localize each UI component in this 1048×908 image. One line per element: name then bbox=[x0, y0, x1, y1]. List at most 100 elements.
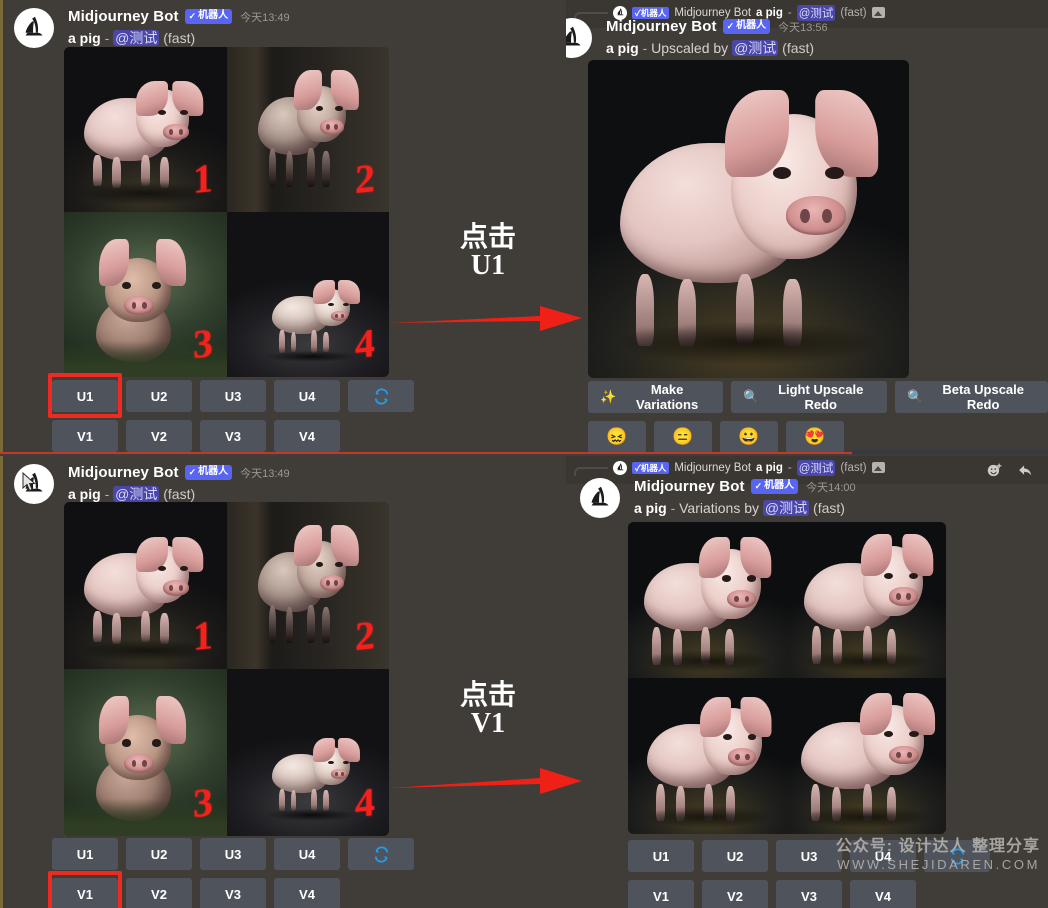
variation-button-row: V1 V2 V3 V4 bbox=[52, 420, 414, 452]
bot-name: Midjourney Bot bbox=[68, 8, 179, 25]
button-u4[interactable]: U4 bbox=[850, 840, 916, 872]
button-reroll[interactable] bbox=[348, 838, 414, 870]
image-grid[interactable]: 1 2 3 4 bbox=[64, 47, 389, 377]
button-v1[interactable]: V1 bbox=[52, 878, 118, 908]
refresh-icon bbox=[373, 846, 390, 863]
button-u1[interactable]: U1 bbox=[52, 838, 118, 870]
grid-cell-1[interactable]: 1 bbox=[64, 502, 227, 669]
reply-dash: - bbox=[787, 461, 792, 474]
bot-name: Midjourney Bot bbox=[606, 18, 717, 35]
grid-cell-4[interactable]: 4 bbox=[226, 669, 389, 836]
user-mention[interactable]: @测试 bbox=[113, 486, 160, 502]
button-v3[interactable]: V3 bbox=[776, 880, 842, 908]
upscale-button-row: U1 U2 U3 U4 bbox=[628, 840, 990, 872]
prompt-text: a pig bbox=[634, 500, 667, 516]
add-reaction-icon[interactable] bbox=[986, 462, 1003, 484]
button-v4[interactable]: V4 bbox=[274, 878, 340, 908]
message-body: a pig - @测试 (fast) bbox=[68, 28, 290, 48]
action-label: Variations by bbox=[679, 500, 760, 516]
message-header: Midjourney Bot ✓ 机器人 今天13:49 a pig - @测试 … bbox=[14, 8, 290, 48]
variation-button-row: V1 V2 V3 V4 bbox=[628, 880, 990, 908]
grid-cell-1[interactable]: 1 bbox=[64, 47, 227, 212]
grid-cell-3[interactable]: 3 bbox=[64, 212, 227, 377]
variation-cell-4[interactable] bbox=[787, 678, 946, 834]
grid-cell-number: 4 bbox=[355, 319, 375, 368]
button-u3[interactable]: U3 bbox=[200, 838, 266, 870]
variation-cell-1[interactable] bbox=[628, 522, 787, 678]
button-v4[interactable]: V4 bbox=[850, 880, 916, 908]
variation-cell-2[interactable] bbox=[787, 522, 946, 678]
reply-icon[interactable] bbox=[1017, 462, 1034, 484]
grid-cell-4[interactable]: 4 bbox=[226, 212, 389, 377]
button-v2[interactable]: V2 bbox=[702, 880, 768, 908]
upscale-action-row: ✨ Make Variations 🔍 Light Upscale Redo 🔍… bbox=[588, 381, 1048, 413]
user-mention[interactable]: @测试 bbox=[732, 40, 779, 56]
bot-badge: ✓ 机器人 bbox=[184, 465, 233, 480]
button-light-upscale-redo[interactable]: 🔍 Light Upscale Redo bbox=[731, 381, 888, 413]
image-icon bbox=[871, 7, 885, 18]
reply-mention: @测试 bbox=[796, 459, 836, 476]
button-label: Light Upscale Redo bbox=[778, 382, 864, 412]
button-v4[interactable]: V4 bbox=[274, 420, 340, 452]
mini-bot-badge-label: 机器人 bbox=[640, 462, 667, 473]
button-u4[interactable]: U4 bbox=[274, 838, 340, 870]
bot-badge: ✓ 机器人 bbox=[750, 479, 799, 494]
button-reroll[interactable] bbox=[924, 840, 990, 872]
button-v2[interactable]: V2 bbox=[126, 420, 192, 452]
panel-divider-dark bbox=[852, 450, 1048, 454]
image-icon bbox=[871, 462, 885, 473]
variation-cell-3[interactable] bbox=[628, 678, 787, 834]
button-v1[interactable]: V1 bbox=[52, 420, 118, 452]
button-u4[interactable]: U4 bbox=[274, 380, 340, 412]
button-v2[interactable]: V2 bbox=[126, 878, 192, 908]
avatar bbox=[566, 18, 592, 58]
button-v1[interactable]: V1 bbox=[628, 880, 694, 908]
mini-avatar bbox=[613, 460, 627, 475]
button-u3[interactable]: U3 bbox=[200, 380, 266, 412]
avatar bbox=[580, 478, 620, 518]
reaction-confounded[interactable]: 😖 bbox=[588, 421, 646, 452]
dash: - bbox=[104, 30, 110, 46]
reaction-heart-eyes[interactable]: 😍 bbox=[786, 421, 844, 452]
arrow-right-top bbox=[390, 300, 585, 336]
grid-cell-3[interactable]: 3 bbox=[64, 669, 227, 836]
reaction-grin[interactable]: 😀 bbox=[720, 421, 778, 452]
button-reroll[interactable] bbox=[348, 380, 414, 412]
timestamp: 今天13:56 bbox=[778, 21, 828, 34]
button-v3[interactable]: V3 bbox=[200, 420, 266, 452]
variation-button-row: V1 V2 V3 V4 bbox=[52, 878, 414, 908]
button-u1[interactable]: U1 bbox=[52, 380, 118, 412]
reply-reference[interactable]: ✓机器人 Midjourney Bot a pig - @测试 (fast) bbox=[574, 459, 885, 476]
bot-badge-label: 机器人 bbox=[764, 480, 795, 491]
reply-speed: (fast) bbox=[840, 6, 867, 19]
message-header: Midjourney Bot ✓ 机器人 今天14:00 a pig - Vari… bbox=[580, 478, 856, 518]
reply-speed: (fast) bbox=[840, 461, 867, 474]
bot-badge: ✓ 机器人 bbox=[184, 9, 233, 24]
message-header: Midjourney Bot ✓ 机器人 今天13:56 a pig - Upsc… bbox=[566, 18, 828, 58]
timestamp: 今天13:49 bbox=[240, 467, 290, 480]
button-u1[interactable]: U1 bbox=[628, 840, 694, 872]
embed-stripe bbox=[0, 456, 3, 908]
grid-cell-2[interactable]: 2 bbox=[226, 47, 389, 212]
user-mention[interactable]: @测试 bbox=[113, 30, 160, 46]
prompt-text: a pig bbox=[68, 30, 101, 46]
bot-badge: ✓ 机器人 bbox=[722, 19, 771, 34]
button-beta-upscale-redo[interactable]: 🔍 Beta Upscale Redo bbox=[895, 381, 1048, 413]
variations-image-grid[interactable] bbox=[628, 522, 946, 834]
panel-divider-red bbox=[0, 452, 852, 454]
button-u3[interactable]: U3 bbox=[776, 840, 842, 872]
speed-label: (fast) bbox=[163, 30, 196, 46]
button-make-variations[interactable]: ✨ Make Variations bbox=[588, 381, 724, 413]
button-v3[interactable]: V3 bbox=[200, 878, 266, 908]
reaction-expressionless[interactable]: 😑 bbox=[654, 421, 712, 452]
check-icon: ✓ bbox=[726, 21, 735, 31]
upscaled-image[interactable] bbox=[588, 60, 909, 378]
check-icon: ✓ bbox=[188, 11, 197, 21]
grid-cell-number: 1 bbox=[192, 154, 212, 203]
image-grid[interactable]: 1 2 3 4 bbox=[64, 502, 389, 836]
button-u2[interactable]: U2 bbox=[126, 838, 192, 870]
user-mention[interactable]: @测试 bbox=[762, 500, 810, 516]
button-u2[interactable]: U2 bbox=[126, 380, 192, 412]
grid-cell-2[interactable]: 2 bbox=[226, 502, 389, 669]
button-u2[interactable]: U2 bbox=[702, 840, 768, 872]
